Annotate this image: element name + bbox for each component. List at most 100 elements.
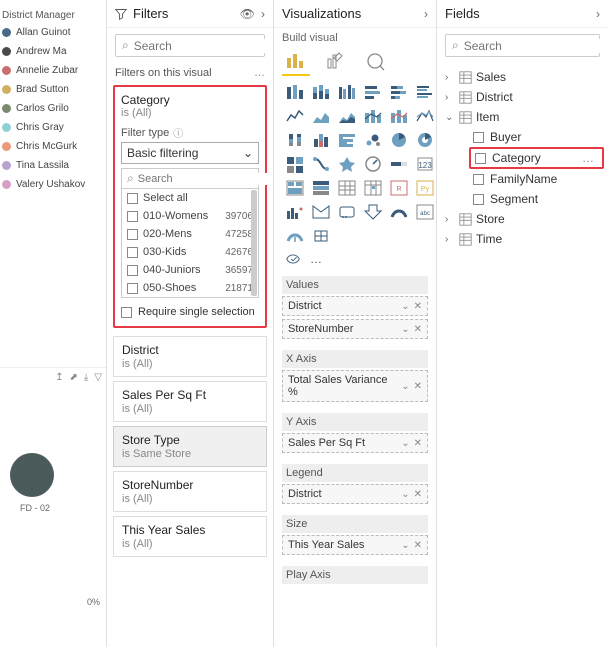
remove-icon[interactable]: ✕ xyxy=(414,324,422,335)
viz-type-icon[interactable] xyxy=(336,154,358,174)
table-node[interactable]: ›District xyxy=(441,87,604,107)
viz-type-icon[interactable] xyxy=(414,82,436,102)
drill-up-icon[interactable]: ↥ xyxy=(55,372,63,383)
scatter-bubble[interactable] xyxy=(10,453,54,497)
well-field[interactable]: This Year Sales⌄✕ xyxy=(282,535,428,555)
chevron-down-icon[interactable]: ⌄ xyxy=(401,540,409,551)
filters-search-input[interactable] xyxy=(134,39,274,53)
build-visual-tab[interactable] xyxy=(282,48,310,76)
info-icon[interactable]: ⓘ xyxy=(173,125,183,140)
legend-item[interactable]: Tina Lassila xyxy=(2,160,104,171)
remove-icon[interactable]: ✕ xyxy=(414,540,422,551)
viz-type-icon[interactable] xyxy=(336,106,358,126)
viz-type-icon[interactable] xyxy=(362,202,384,222)
expand-icon[interactable]: › xyxy=(445,214,455,225)
filter-values-search[interactable]: ⌕ xyxy=(121,168,259,189)
viz-type-icon[interactable] xyxy=(388,154,410,174)
legend-item[interactable]: Chris McGurk xyxy=(2,141,104,152)
expand-icon[interactable]: › xyxy=(445,234,455,245)
viz-type-icon[interactable] xyxy=(388,82,410,102)
viz-type-icon[interactable] xyxy=(284,202,306,222)
checkbox[interactable] xyxy=(127,265,138,276)
fields-search-input[interactable] xyxy=(464,39,608,53)
filters-search[interactable]: ⌕ xyxy=(115,34,265,57)
collapse-icon[interactable]: › xyxy=(424,7,428,21)
viz-type-icon[interactable] xyxy=(284,154,306,174)
legend-item[interactable]: Brad Sutton xyxy=(2,84,104,95)
well-field[interactable]: District⌄✕ xyxy=(282,484,428,504)
chevron-down-icon[interactable]: ⌄ xyxy=(401,324,409,335)
well-field[interactable]: District⌄✕ xyxy=(282,296,428,316)
checkbox[interactable] xyxy=(127,283,138,294)
viz-type-icon[interactable] xyxy=(362,178,384,198)
field-item[interactable]: Segment xyxy=(469,189,604,209)
viz-type-icon[interactable] xyxy=(388,202,410,222)
chevron-down-icon[interactable]: ⌄ xyxy=(401,489,409,500)
viz-type-icon[interactable] xyxy=(336,82,358,102)
nav-icon[interactable]: ⬈ xyxy=(69,372,77,383)
analytics-tab[interactable] xyxy=(362,48,390,76)
chevron-down-icon[interactable]: ⌄ xyxy=(401,381,409,392)
viz-type-icon[interactable] xyxy=(310,178,332,198)
viz-type-icon[interactable] xyxy=(336,202,358,222)
custom-visual-icon[interactable] xyxy=(284,250,302,268)
filter-value-row[interactable]: 030-Kids42676 xyxy=(122,243,258,261)
legend-item[interactable]: Chris Gray xyxy=(2,122,104,133)
table-node[interactable]: ⌄Item xyxy=(441,107,604,127)
viz-type-icon[interactable] xyxy=(284,226,306,246)
filter-icon[interactable]: ▽ xyxy=(94,372,102,383)
viz-type-icon[interactable]: R xyxy=(388,178,410,198)
collapse-icon[interactable]: › xyxy=(596,7,600,21)
remove-icon[interactable]: ✕ xyxy=(414,301,422,312)
checkbox[interactable] xyxy=(121,307,132,318)
viz-type-icon[interactable] xyxy=(388,130,410,150)
viz-type-icon[interactable] xyxy=(310,226,332,246)
viz-type-icon[interactable]: abc xyxy=(414,202,436,222)
category-filter-card[interactable]: Category is (All) Filter type ⓘ Basic fi… xyxy=(113,85,267,328)
well-field[interactable]: StoreNumber⌄✕ xyxy=(282,319,428,339)
filter-value-row[interactable]: Select all xyxy=(122,189,258,207)
filter-card[interactable]: Sales Per Sq Ftis (All) xyxy=(113,381,267,422)
checkbox[interactable] xyxy=(473,132,484,143)
legend-item[interactable]: Annelie Zubar xyxy=(2,65,104,76)
filter-values-list[interactable]: Select all010-Womens39706020-Mens4725803… xyxy=(121,189,259,298)
legend-item[interactable]: Andrew Ma xyxy=(2,46,104,57)
table-node[interactable]: ›Store xyxy=(441,209,604,229)
filter-value-row[interactable]: 040-Juniors36597 xyxy=(122,261,258,279)
field-item[interactable]: Category… xyxy=(469,147,604,169)
filter-card[interactable]: StoreNumberis (All) xyxy=(113,471,267,512)
viz-type-icon[interactable] xyxy=(310,130,332,150)
chevron-down-icon[interactable]: ⌄ xyxy=(401,301,409,312)
viz-type-icon[interactable] xyxy=(284,130,306,150)
viz-type-icon[interactable] xyxy=(414,106,436,126)
viz-type-icon[interactable] xyxy=(284,82,306,102)
viz-type-icon[interactable] xyxy=(362,106,384,126)
drill-down-icon[interactable]: ⤓ xyxy=(84,372,88,383)
checkbox[interactable] xyxy=(473,194,484,205)
viz-type-icon[interactable] xyxy=(310,106,332,126)
checkbox[interactable] xyxy=(127,229,138,240)
checkbox[interactable] xyxy=(473,174,484,185)
remove-icon[interactable]: ✕ xyxy=(414,489,422,500)
more-icon[interactable]: … xyxy=(310,252,322,266)
expand-icon[interactable]: › xyxy=(445,92,455,103)
collapse-icon[interactable]: › xyxy=(261,7,265,21)
scatter-chart[interactable]: ↥ ⬈ ⤓ ▽ FD - 02 0% xyxy=(0,367,106,647)
field-item[interactable]: Buyer xyxy=(469,127,604,147)
chevron-down-icon[interactable]: ⌄ xyxy=(401,438,409,449)
viz-type-icon[interactable] xyxy=(310,202,332,222)
legend-item[interactable]: Allan Guinot xyxy=(2,27,104,38)
viz-type-icon[interactable] xyxy=(414,130,436,150)
filter-value-row[interactable]: 050-Shoes21871 xyxy=(122,279,258,297)
viz-type-icon[interactable] xyxy=(310,82,332,102)
legend-item[interactable]: Carlos Grilo xyxy=(2,103,104,114)
filter-value-row[interactable]: 010-Womens39706 xyxy=(122,207,258,225)
filter-card[interactable]: Store Typeis Same Store xyxy=(113,426,267,467)
legend-item[interactable]: Valery Ushakov xyxy=(2,179,104,190)
viz-type-icon[interactable] xyxy=(388,106,410,126)
show-hide-icon[interactable]: 👁 xyxy=(240,7,255,21)
filter-type-dropdown[interactable]: Basic filtering ⌄ xyxy=(121,142,259,164)
well-field[interactable]: Total Sales Variance %⌄✕ xyxy=(282,370,428,402)
viz-type-icon[interactable] xyxy=(336,130,358,150)
filter-card[interactable]: This Year Salesis (All) xyxy=(113,516,267,557)
